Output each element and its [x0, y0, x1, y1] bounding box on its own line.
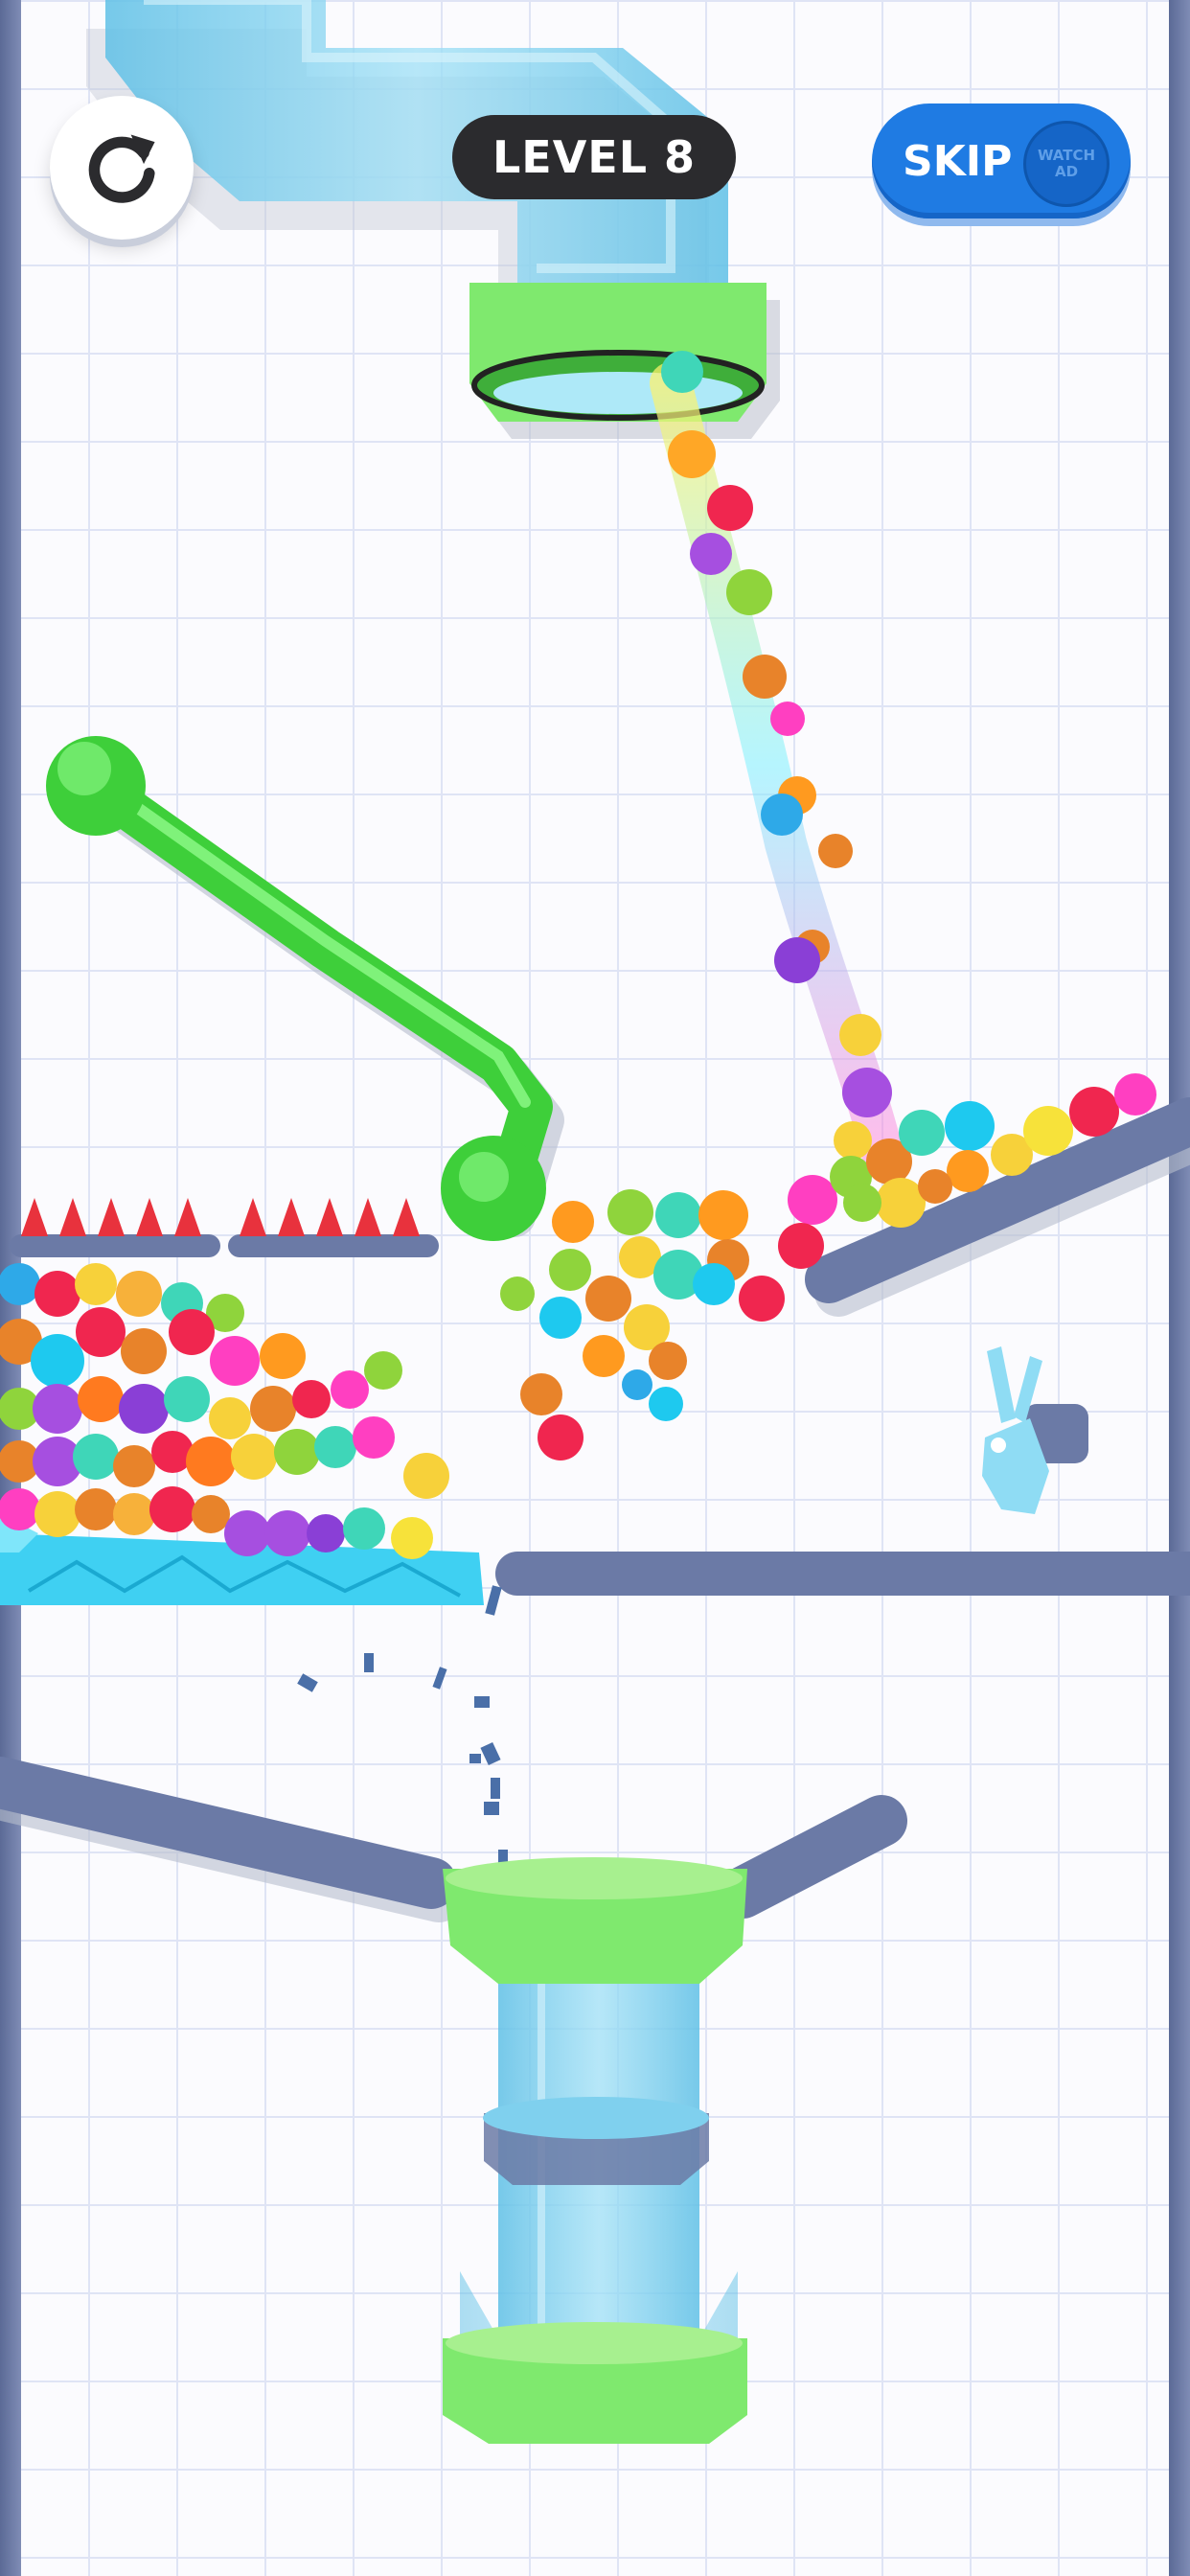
skip-label: SKIP	[903, 136, 1013, 186]
level-indicator: LEVEL 8	[452, 115, 736, 199]
watch-ad-line2: AD	[1054, 163, 1079, 180]
restart-button[interactable]	[50, 96, 194, 240]
game-scene	[0, 0, 1190, 2576]
blue-creature	[982, 1346, 1088, 1514]
green-hose	[46, 736, 564, 1241]
spike-rail	[10, 1198, 439, 1257]
right-wall	[1169, 0, 1190, 2576]
watch-ad-line1: WATCH	[1037, 147, 1096, 164]
middle-balls	[500, 1189, 785, 1460]
video-ad-icon: WATCH AD	[1023, 121, 1110, 207]
bottom-tube	[443, 1857, 747, 2444]
bottom-right-ramp	[717, 1795, 907, 1919]
bottom-left-ramp	[0, 1757, 465, 1922]
ice-shards	[297, 1585, 508, 1865]
ball-pile	[0, 1263, 449, 1559]
skip-level-button[interactable]: SKIP WATCH AD	[872, 104, 1131, 218]
restart-icon	[88, 134, 155, 203]
